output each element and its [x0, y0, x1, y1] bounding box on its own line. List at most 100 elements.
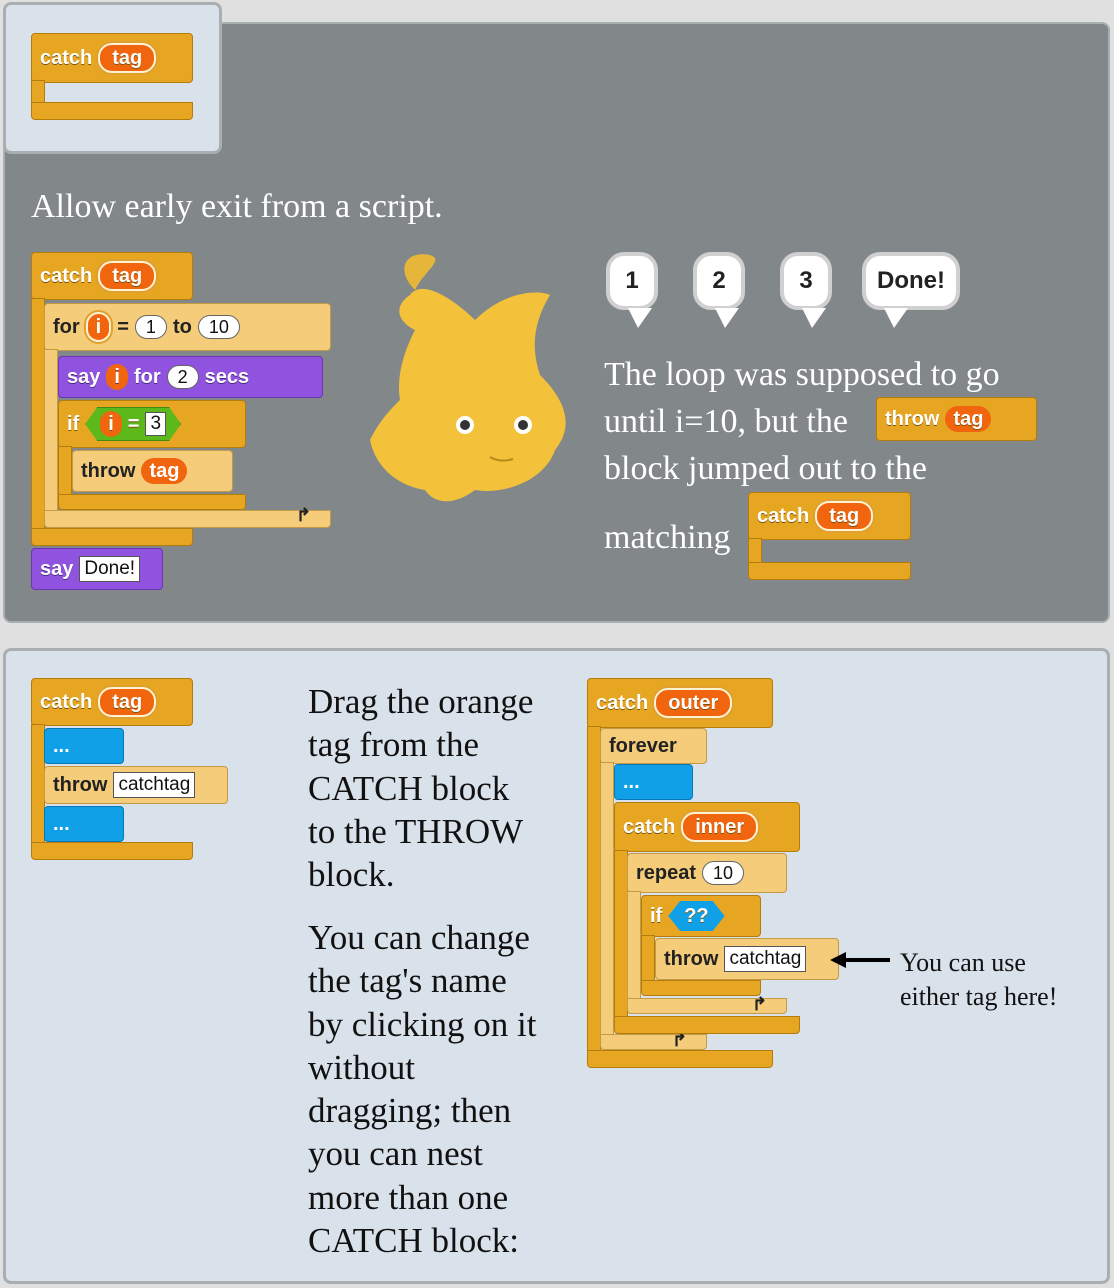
if-block[interactable]: if i = 3 — [58, 400, 246, 448]
say-secs-word: secs — [204, 365, 250, 388]
repeat-arrow-icon: ↱ — [752, 994, 768, 1014]
inner-catch-arm — [614, 850, 628, 1020]
left-throw-value[interactable]: catchtag — [113, 772, 196, 798]
say-done-block[interactable]: say Done! — [31, 548, 163, 590]
for-arm — [44, 349, 58, 519]
for-block[interactable]: for i = 1 to 10 — [44, 303, 331, 351]
p2-line-6: you can nest — [308, 1134, 483, 1174]
explanation-line-4: matching — [604, 519, 731, 556]
inline-catch-foot — [748, 562, 911, 580]
throw-block[interactable]: throw tag — [72, 450, 233, 492]
inner-catch-header[interactable]: catch inner — [614, 802, 800, 852]
forever-block[interactable]: forever — [600, 728, 707, 764]
say-var[interactable]: i — [106, 364, 128, 390]
p1-line-5: block. — [308, 855, 395, 895]
for-var[interactable]: i — [85, 312, 112, 342]
say-done-keyword: say — [40, 557, 74, 580]
left-dots-block-1[interactable]: ... — [44, 728, 124, 764]
tab-catch-tag[interactable]: tag — [98, 43, 157, 73]
left-arrow-icon — [830, 952, 890, 968]
nested-if-block[interactable]: if ?? — [641, 895, 761, 937]
say-secs-value[interactable]: 2 — [166, 365, 199, 389]
for-keyword: for — [53, 315, 80, 338]
p2-line-2: the tag's name — [308, 961, 507, 1001]
say-done-value[interactable]: Done! — [79, 556, 141, 582]
p1-line-4: to the THROW — [308, 811, 524, 851]
tab-catch-header: catch tag — [31, 33, 193, 83]
annotation-line-2: either tag here! — [900, 982, 1058, 1011]
paragraph-change-tag: You can change the tag's name by clickin… — [308, 916, 536, 1262]
if-eq: = — [127, 412, 140, 435]
p2-line-1: You can change — [308, 918, 530, 957]
speech-bubble-2: 2 — [693, 252, 745, 328]
forever-arm — [600, 762, 614, 1044]
nested-if-foot — [641, 980, 761, 996]
repeat-value[interactable]: 10 — [702, 861, 745, 885]
speech-bubble-3: 3 — [780, 252, 832, 328]
nested-dots-block[interactable]: ... — [614, 764, 693, 800]
throw-keyword: throw — [81, 459, 136, 482]
inner-catch-keyword: catch — [623, 815, 676, 838]
nested-if-keyword: if — [650, 904, 663, 927]
if-var[interactable]: i — [100, 411, 122, 437]
left-catch-tag[interactable]: tag — [98, 687, 157, 717]
forever-keyword: forever — [609, 734, 677, 757]
p2-line-7: more than one — [308, 1177, 509, 1217]
left-throw-block[interactable]: throw catchtag — [44, 766, 228, 804]
throw-tag[interactable]: tag — [141, 458, 188, 484]
if-keyword: if — [67, 412, 80, 435]
left-catch-header[interactable]: catch tag — [31, 678, 193, 726]
repeat-block[interactable]: repeat 10 — [627, 853, 787, 893]
p1-line-3: CATCH block — [308, 768, 510, 808]
p1-line-1: Drag the orange — [308, 682, 534, 721]
for-from[interactable]: 1 — [134, 315, 167, 339]
pointer-arrow — [830, 950, 892, 970]
outer-catch-header[interactable]: catch outer — [587, 678, 773, 728]
say-keyword: say — [67, 365, 101, 388]
p2-line-3: by clicking on it — [308, 1004, 537, 1044]
explanation-line-3: block jumped out to the — [604, 450, 927, 487]
top-heading: Allow early exit from a script. — [31, 188, 443, 225]
speech-bubble-3-text: 3 — [799, 267, 813, 294]
say-for-secs-block[interactable]: say i for 2 secs — [58, 356, 323, 398]
inline-catch-tag[interactable]: tag — [815, 501, 874, 531]
annotation-text: You can use either tag here! — [900, 946, 1057, 1014]
inline-catch-header: catch tag — [748, 492, 911, 540]
explanation-line-1: The loop was supposed to go — [604, 356, 1000, 393]
left-dots-1: ... — [53, 734, 70, 757]
speech-bubble-1-text: 1 — [625, 267, 639, 294]
inline-throw-tag[interactable]: tag — [945, 406, 992, 432]
tab-catch-foot — [31, 102, 193, 120]
explanation-line-2: until i=10, but the — [604, 403, 848, 440]
p2-line-8: CATCH block: — [308, 1221, 519, 1261]
if-value[interactable]: 3 — [145, 412, 166, 436]
nested-throw-block[interactable]: throw catchtag — [655, 938, 839, 980]
speech-bubble-2-text: 2 — [712, 267, 726, 294]
repeat-arm — [627, 891, 641, 1009]
left-dots-block-2[interactable]: ... — [44, 806, 124, 842]
for-to-keyword: to — [172, 315, 192, 338]
nested-if-predicate[interactable]: ?? — [668, 901, 724, 931]
left-throw-keyword: throw — [53, 773, 108, 796]
tab-catch-keyword: catch — [40, 46, 93, 69]
inline-throw-block[interactable]: throw tag — [876, 397, 1037, 441]
inner-catch-tag[interactable]: inner — [681, 812, 759, 842]
outer-catch-tag[interactable]: outer — [654, 688, 733, 718]
p2-line-5: dragging; then — [308, 1091, 512, 1131]
sprite-costume[interactable] — [355, 250, 585, 510]
left-catch-arm — [31, 724, 45, 850]
nested-if-arm — [641, 935, 655, 983]
speech-bubble-1: 1 — [606, 252, 658, 328]
script-catch-header[interactable]: catch tag — [31, 252, 193, 300]
script-catch-tag[interactable]: tag — [98, 261, 157, 291]
repeat-keyword: repeat — [636, 861, 697, 884]
say-for-word: for — [133, 365, 161, 388]
nested-throw-keyword: throw — [664, 947, 719, 970]
outer-catch-keyword: catch — [596, 691, 649, 714]
nested-throw-value[interactable]: catchtag — [724, 946, 807, 972]
inner-catch-foot — [614, 1016, 800, 1034]
forever-foot — [600, 1034, 707, 1050]
equals-predicate[interactable]: i = 3 — [85, 407, 181, 441]
for-eq: = — [117, 315, 129, 338]
for-to[interactable]: 10 — [197, 315, 240, 339]
